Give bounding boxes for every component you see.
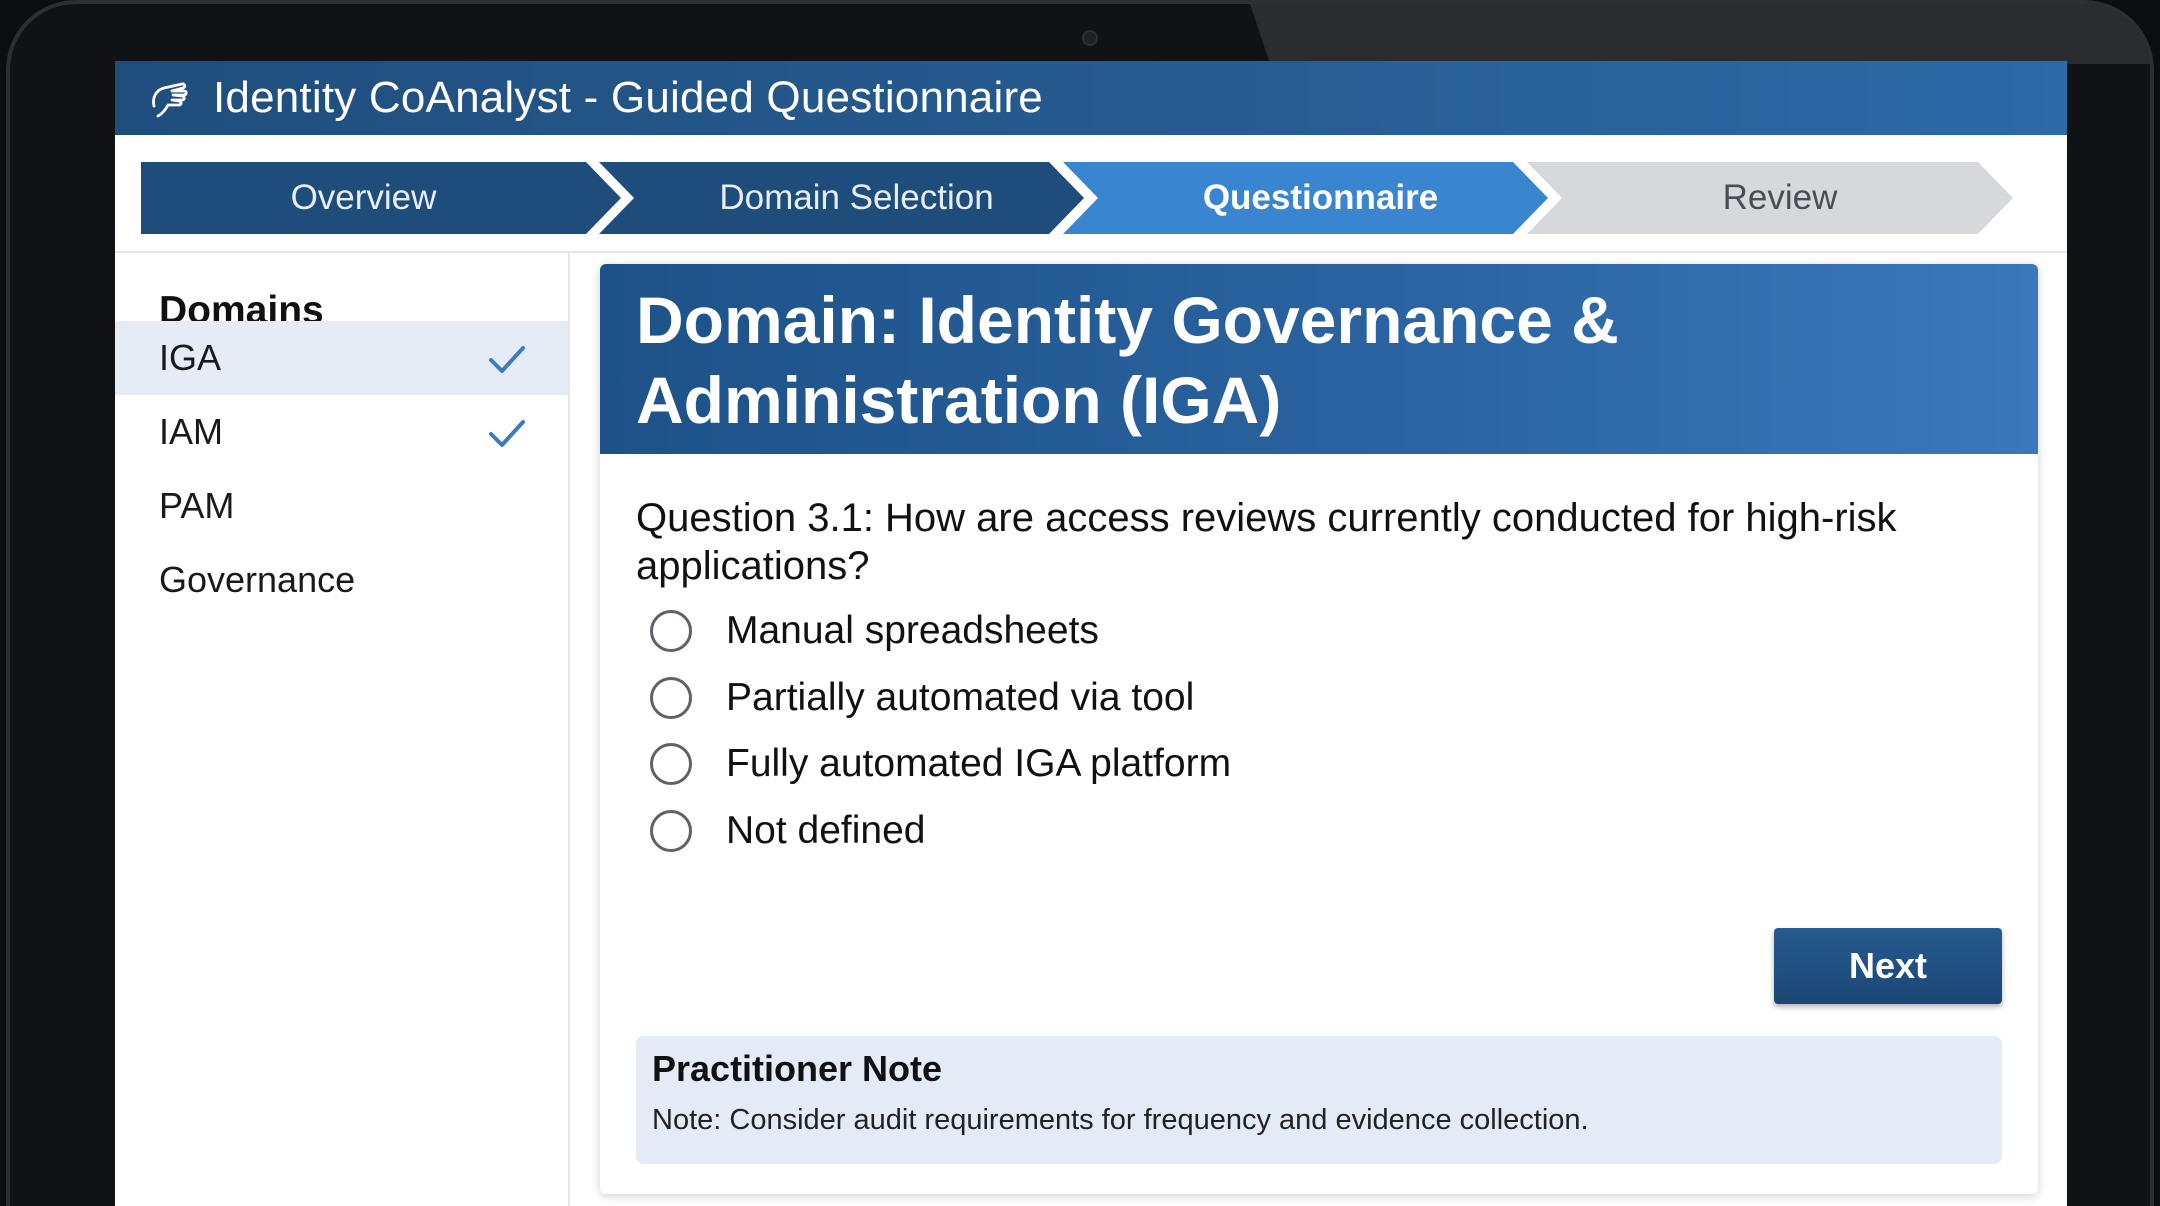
option-not-defined[interactable]: Not defined — [650, 806, 925, 856]
option-label: Fully automated IGA platform — [726, 742, 1232, 785]
domain-title-line1: Domain: Identity Governance & — [636, 283, 1619, 357]
hand-pointer-icon — [145, 75, 191, 121]
checkmark-icon — [489, 420, 525, 447]
step-label: Questionnaire — [1202, 178, 1439, 217]
app-screen: Identity CoAnalyst - Guided Questionnair… — [115, 61, 2067, 1206]
app-title: Identity CoAnalyst - Guided Questionnair… — [213, 73, 1043, 122]
sidebar-item-iga[interactable]: IGA — [115, 321, 568, 395]
option-label: Partially automated via tool — [726, 676, 1195, 719]
option-manual-spreadsheets[interactable]: Manual spreadsheets — [650, 606, 1099, 656]
option-label: Manual spreadsheets — [726, 609, 1099, 652]
title-bar: Identity CoAnalyst - Guided Questionnair… — [115, 61, 2067, 135]
bezel-glare — [1250, 4, 2150, 64]
sidebar-item-iam[interactable]: IAM — [115, 395, 568, 469]
radio-button[interactable] — [650, 810, 692, 852]
radio-button[interactable] — [650, 610, 692, 652]
camera-dot — [1082, 30, 1098, 46]
radio-button[interactable] — [650, 743, 692, 785]
domains-sidebar: Domains IGA IAM PAM Governance — [115, 253, 570, 1206]
checkmark-icon — [489, 346, 525, 373]
device-bezel: Identity CoAnalyst - Guided Questionnair… — [6, 0, 2154, 1206]
question-text: Question 3.1: How are access reviews cur… — [636, 496, 1897, 588]
option-partially-automated[interactable]: Partially automated via tool — [650, 673, 1194, 723]
practitioner-note: Practitioner Note Note: Consider audit r… — [636, 1036, 2002, 1164]
step-questionnaire[interactable]: Questionnaire — [1063, 162, 1548, 234]
step-review[interactable]: Review — [1527, 162, 2013, 234]
option-label: Not defined — [726, 809, 926, 852]
step-label: Overview — [290, 178, 437, 217]
step-label: Domain Selection — [719, 178, 994, 217]
next-button[interactable]: Next — [1774, 928, 2002, 1004]
note-text: Note: Consider audit requirements for fr… — [652, 1104, 1589, 1136]
sidebar-item-governance[interactable]: Governance — [115, 543, 568, 617]
sidebar-item-label: Governance — [159, 559, 356, 600]
step-label: Review — [1722, 178, 1838, 217]
radio-button[interactable] — [650, 677, 692, 719]
progress-stepper: Overview Domain Selection Questionnaire … — [141, 162, 2041, 234]
option-fully-automated[interactable]: Fully automated IGA platform — [650, 739, 1231, 789]
note-title: Practitioner Note — [652, 1048, 943, 1089]
sidebar-item-pam[interactable]: PAM — [115, 469, 568, 543]
domain-title-line2: Administration (IGA) — [636, 363, 1282, 437]
domain-header: Domain: Identity Governance & Administra… — [600, 264, 2038, 454]
sidebar-item-label: IAM — [159, 411, 224, 452]
question-card: Domain: Identity Governance & Administra… — [600, 264, 2038, 1194]
sidebar-item-label: PAM — [159, 485, 235, 526]
sidebar-item-label: IGA — [159, 337, 222, 378]
step-domain-selection[interactable]: Domain Selection — [599, 162, 1084, 234]
step-overview[interactable]: Overview — [141, 162, 621, 234]
